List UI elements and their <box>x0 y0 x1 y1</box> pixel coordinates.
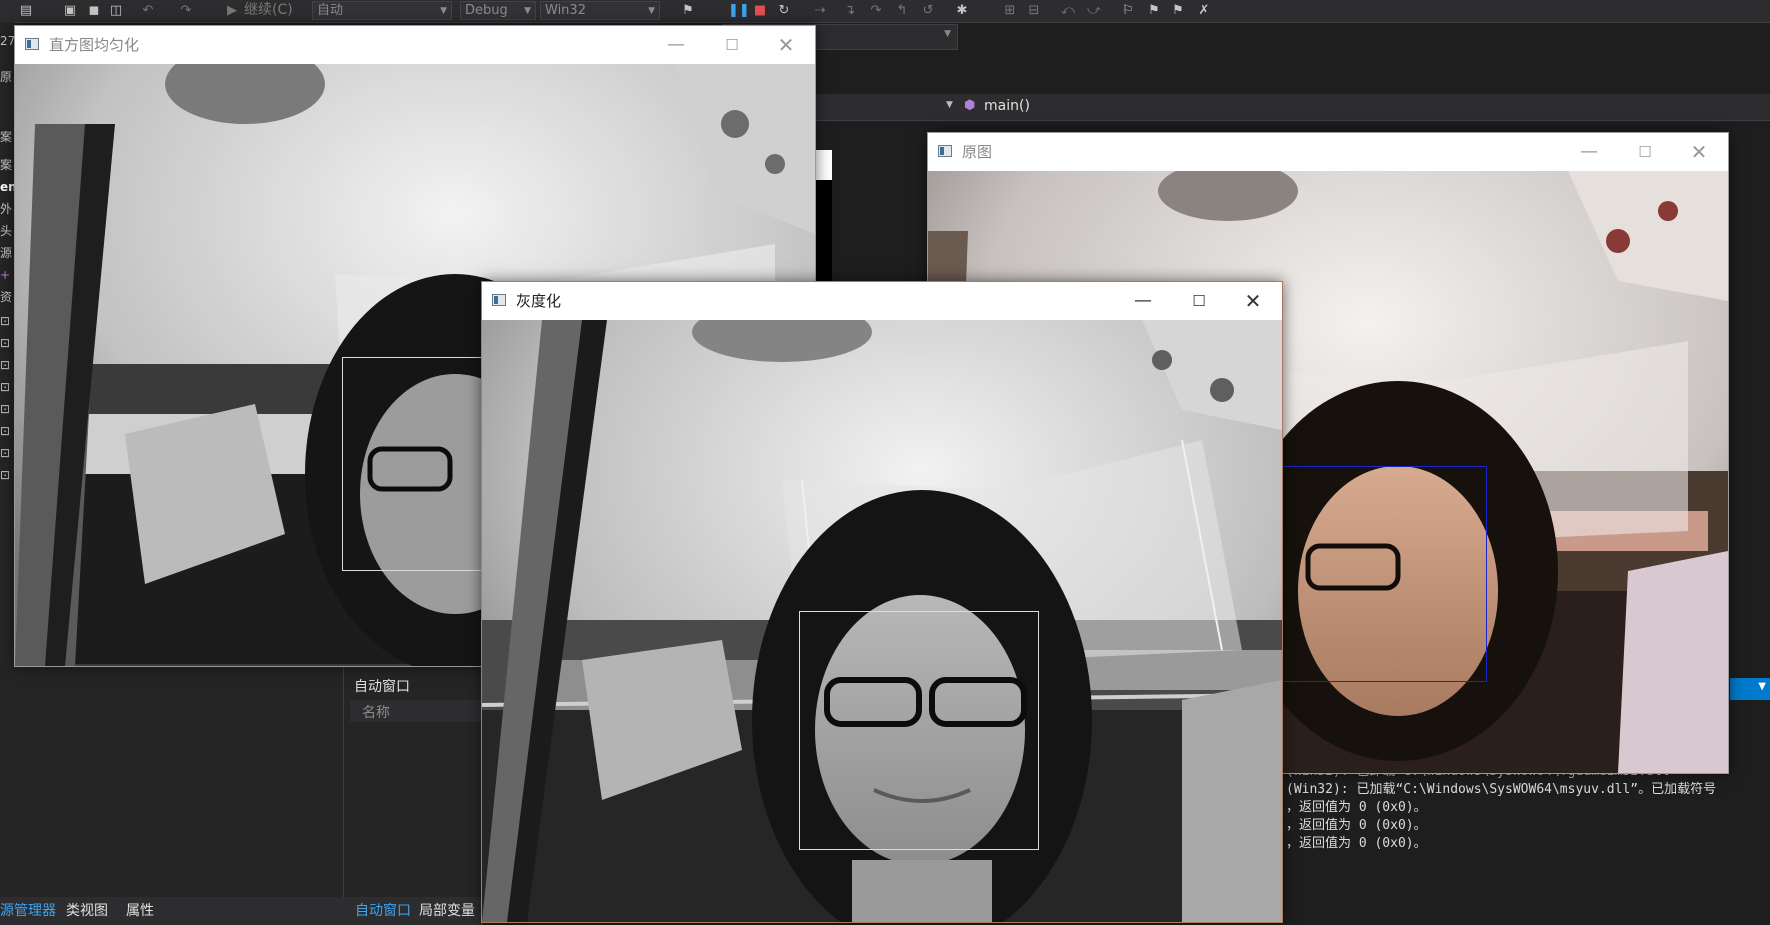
auto-window-header: 自动窗口 <box>354 679 410 695</box>
prev-bookmark-icon[interactable]: ⚑ <box>1146 3 1162 19</box>
function-selector[interactable]: main() <box>984 96 1030 116</box>
chevron-down-icon: ▼ <box>1758 681 1766 692</box>
window-titlebar[interactable]: 原图 — ☐ ✕ <box>928 133 1728 171</box>
detected-face-rectangle <box>1263 466 1487 682</box>
show-next-statement-icon[interactable]: ⇢ <box>812 3 828 19</box>
left-bottom-tabs: 源管理器 类视图 属性 <box>0 897 343 925</box>
method-icon: ⬢ <box>964 98 976 113</box>
tab-locals[interactable]: 局部变量 <box>419 897 475 925</box>
platform-dropdown[interactable]: Win32 ▼ <box>540 1 660 20</box>
debug-bottom-tabs: 自动窗口 局部变量 <box>343 897 483 925</box>
detected-face-rectangle <box>799 611 1039 850</box>
window-title: 原图 <box>962 143 993 161</box>
minimize-button[interactable]: — <box>1120 282 1166 320</box>
configuration-dropdown[interactable]: Debug ▼ <box>460 1 536 20</box>
redo-icon[interactable]: ↷ <box>178 3 194 19</box>
grayscale-image <box>482 320 1282 922</box>
pause-icon[interactable]: ❚❚ <box>728 3 750 19</box>
continue-button[interactable]: 继续(C) <box>244 1 293 20</box>
name-column-header[interactable]: 名称 <box>362 702 390 722</box>
grayscale-window[interactable]: 灰度化 — ☐ ✕ <box>481 281 1283 923</box>
chevron-down-icon: ▼ <box>440 6 447 16</box>
step-out-icon[interactable]: ↰ <box>894 3 910 19</box>
maximize-button[interactable]: ☐ <box>1176 282 1222 320</box>
chevron-down-icon[interactable]: ▼ <box>946 100 953 110</box>
navigation-bar: ▼ ⬢ main() <box>812 94 1770 121</box>
debug-toolbar: ▤ ▣ ◼ ◫ ↶ ↷ ▶ 继续(C) 自动 ▼ Debug ▼ Win32 ▼ ⚑ … <box>0 0 1770 23</box>
solution-config-value: 自动 <box>317 3 344 18</box>
bookmark-icon[interactable]: ⚐ <box>1120 3 1136 19</box>
window-title: 直方图均匀化 <box>49 36 140 54</box>
maximize-button[interactable]: ☐ <box>1622 133 1668 171</box>
window-titlebar[interactable]: 直方图均匀化 — ☐ ✕ <box>15 26 815 64</box>
tab-class-view[interactable]: 类视图 <box>66 897 108 925</box>
solution-config-dropdown[interactable]: 自动 ▼ <box>312 1 452 20</box>
restart-icon[interactable]: ↻ <box>776 3 792 19</box>
platform-value: Win32 <box>545 3 586 18</box>
opencv-window-icon <box>492 294 506 306</box>
tab-auto-window[interactable]: 自动窗口 <box>355 897 411 925</box>
format-icon[interactable]: ⊟ <box>1026 3 1042 19</box>
output-source-dropdown[interactable]: ▼ <box>1730 678 1770 700</box>
stop-icon[interactable]: ■ <box>752 3 768 19</box>
tab-properties[interactable]: 属性 <box>126 897 154 925</box>
undo-icon[interactable]: ↶ <box>140 3 156 19</box>
output-line: ，返回值为 0 (0x0)。 <box>1286 836 1427 851</box>
window-titlebar[interactable]: 灰度化 — ☐ ✕ <box>482 282 1282 320</box>
output-line: ，返回值为 0 (0x0)。 <box>1286 800 1427 815</box>
save-icon[interactable]: ◼ <box>86 3 102 19</box>
left-bottom-pane <box>0 660 343 897</box>
save-all-icon[interactable]: ◫ <box>108 3 124 19</box>
clear-bookmarks-icon[interactable]: ✗ <box>1196 3 1212 19</box>
comment-icon[interactable]: ⤺ <box>1060 3 1076 19</box>
chevron-down-icon: ▼ <box>648 6 655 16</box>
output-line: (Win32): 已加载“C:\Windows\SysWOW64\msyuv.d… <box>1286 782 1717 797</box>
close-button[interactable]: ✕ <box>1230 282 1276 320</box>
minimize-button[interactable]: — <box>1566 133 1612 171</box>
maximize-button[interactable]: ☐ <box>709 26 755 64</box>
next-bookmark-icon[interactable]: ⚑ <box>1170 3 1186 19</box>
continue-icon[interactable]: ▶ <box>224 3 240 19</box>
opencv-window-icon <box>25 38 39 50</box>
opencv-window-icon <box>938 145 952 157</box>
process-icon[interactable]: ⚑ <box>680 3 696 19</box>
close-button[interactable]: ✕ <box>763 26 809 64</box>
chevron-down-icon: ▼ <box>944 29 951 39</box>
window-title: 灰度化 <box>516 292 562 310</box>
step-over-icon[interactable]: ↷ <box>868 3 884 19</box>
chevron-down-icon: ▼ <box>524 6 531 16</box>
configuration-value: Debug <box>465 3 508 18</box>
output-line: ，返回值为 0 (0x0)。 <box>1286 818 1427 833</box>
tab-solution-explorer[interactable]: 源管理器 <box>0 897 56 925</box>
open-file-icon[interactable]: ▣ <box>62 3 78 19</box>
hex-display-icon[interactable]: ✱ <box>954 3 970 19</box>
output-pane: (Win32): 已卸载“C:\Windows\SysWOW64\fgdumdi… <box>1280 760 1770 920</box>
solution-icon[interactable]: ▤ <box>18 3 34 19</box>
uncomment-icon[interactable]: ⤻ <box>1086 3 1102 19</box>
minimize-button[interactable]: — <box>653 26 699 64</box>
close-button[interactable]: ✕ <box>1676 133 1722 171</box>
step-back-icon[interactable]: ↺ <box>920 3 936 19</box>
align-icon[interactable]: ⊞ <box>1002 3 1018 19</box>
step-into-icon[interactable]: ↴ <box>842 3 858 19</box>
